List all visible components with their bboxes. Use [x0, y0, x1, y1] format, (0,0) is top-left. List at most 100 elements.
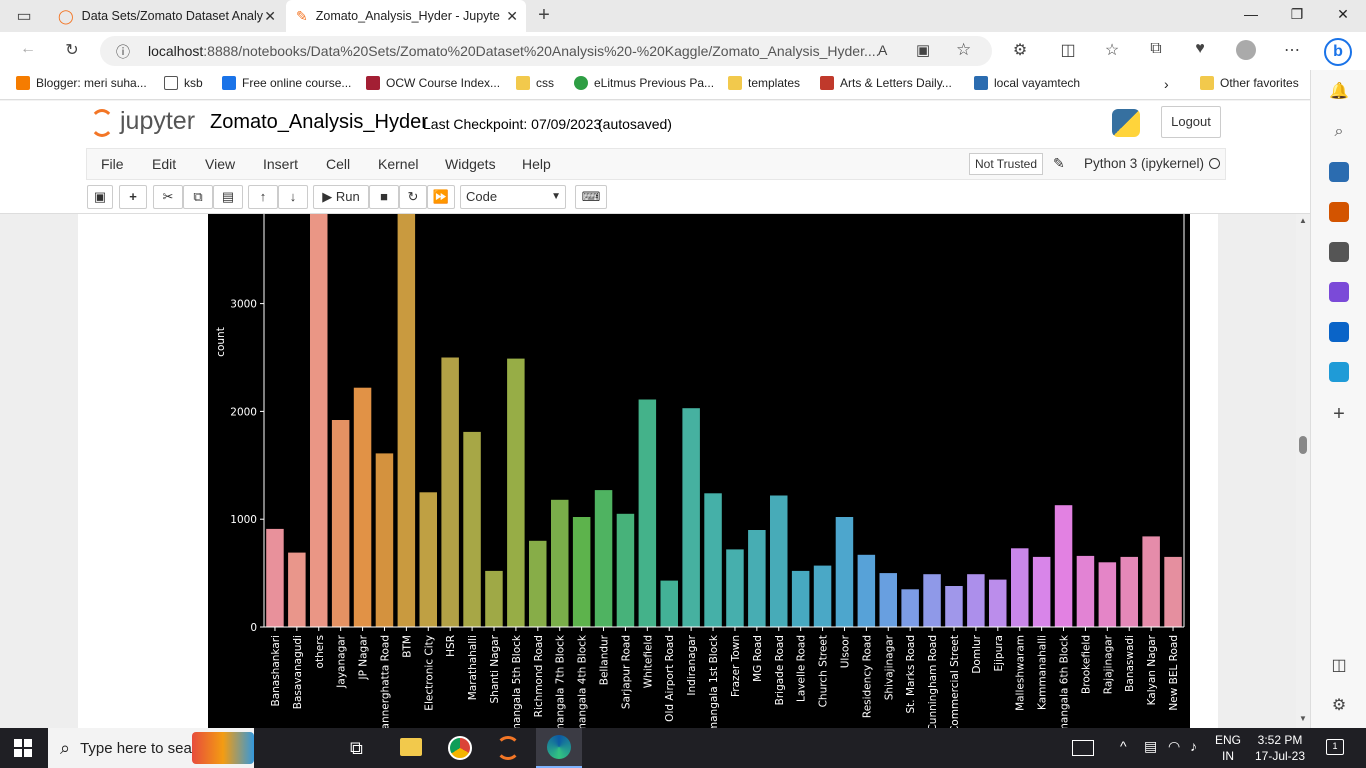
menu-cell[interactable]: Cell	[326, 156, 350, 172]
scroll-thumb[interactable]	[1299, 436, 1307, 454]
x-tick-label: Domlur	[971, 634, 983, 673]
other-favorites[interactable]: Other favorites	[1200, 76, 1299, 90]
insert-cell-button[interactable]: +	[119, 185, 147, 209]
scroll-up-arrow-icon[interactable]: ▲	[1299, 216, 1307, 225]
notification-bell-icon[interactable]: 🔔	[1329, 82, 1349, 102]
run-button[interactable]: ▶ Run	[313, 185, 369, 209]
new-tab-icon[interactable]: +	[530, 4, 558, 27]
menu-view[interactable]: View	[205, 156, 235, 172]
cut-button[interactable]: ✂	[153, 185, 183, 209]
sidebar-settings-icon[interactable]: ⚙	[1329, 696, 1349, 716]
send-icon[interactable]	[1329, 362, 1349, 382]
paste-button[interactable]: ▤	[213, 185, 243, 209]
move-up-button[interactable]: ↑	[248, 185, 278, 209]
volume-icon[interactable]: ♪	[1190, 738, 1197, 754]
bookmark-item[interactable]: Arts & Letters Daily...	[820, 76, 952, 90]
restart-run-all-button[interactable]: ⏩	[427, 185, 455, 209]
restart-button[interactable]: ↻	[399, 185, 427, 209]
refresh-icon[interactable]: ↻	[58, 40, 86, 60]
page-scrollbar[interactable]: ▲ ▼	[1296, 214, 1310, 728]
browser-tab-bar: ▭ ◯ Data Sets/Zomato Dataset Analy ✕ ✎ Z…	[0, 0, 1366, 32]
hide-sidebar-icon[interactable]: ◫	[1329, 656, 1349, 676]
bookmark-item[interactable]: css	[516, 76, 554, 90]
jupyter-logo-text[interactable]: jupyter	[120, 107, 195, 136]
menu-insert[interactable]: Insert	[263, 156, 298, 172]
bing-copilot-icon[interactable]: b	[1324, 38, 1352, 66]
split-screen-icon[interactable]: ◫	[1054, 40, 1082, 60]
edge-icon[interactable]	[536, 728, 582, 768]
menu-file[interactable]: File	[101, 156, 124, 172]
menu-edit[interactable]: Edit	[152, 156, 176, 172]
notebook-name[interactable]: Zomato_Analysis_Hyder	[210, 111, 428, 134]
bookmark-item[interactable]: Free online course...	[222, 76, 351, 90]
command-palette-button[interactable]: ⌨	[575, 185, 607, 209]
add-sidebar-app-icon[interactable]: +	[1329, 404, 1349, 424]
collections-icon[interactable]: ⧉	[1142, 40, 1170, 58]
games-icon[interactable]	[1329, 242, 1349, 262]
tools-icon[interactable]	[1329, 202, 1349, 222]
bar-bellandur	[594, 490, 613, 627]
trust-button[interactable]: Not Trusted	[969, 153, 1044, 175]
url-field[interactable]: ⓘ localhost:8888/notebooks/Data%20Sets/Z…	[100, 36, 992, 66]
notifications-icon[interactable]: 1	[1326, 739, 1344, 755]
performance-icon[interactable]: ♥	[1186, 40, 1214, 58]
cell-type-select[interactable]: Code ▼	[460, 185, 566, 209]
interrupt-button[interactable]: ■	[369, 185, 399, 209]
bookmark-item[interactable]: Blogger: meri suha...	[16, 76, 147, 90]
office-icon[interactable]	[1329, 282, 1349, 302]
bookmark-item[interactable]: ksb	[164, 76, 203, 90]
profile-avatar[interactable]	[1236, 40, 1256, 60]
scroll-down-arrow-icon[interactable]: ▼	[1299, 714, 1307, 723]
clock[interactable]: 3:52 PM 17-Jul-23	[1250, 732, 1310, 764]
edit-pencil-icon[interactable]: ✎	[1053, 155, 1065, 172]
close-tab-icon[interactable]: ✕	[264, 8, 276, 25]
bar-hsr	[441, 357, 459, 627]
menu-help[interactable]: Help	[522, 156, 551, 172]
start-button[interactable]	[14, 739, 32, 757]
copy-button[interactable]: ⧉	[183, 185, 213, 209]
folder-icon	[516, 76, 530, 90]
bar-jayanagar	[331, 420, 350, 627]
site-info-icon[interactable]: ⓘ	[116, 42, 130, 62]
move-down-button[interactable]: ↓	[278, 185, 308, 209]
tab-actions-icon[interactable]: ▭	[10, 6, 38, 26]
show-hidden-icons-chevron-icon[interactable]: ^	[1120, 738, 1127, 754]
save-button[interactable]: ▣	[87, 185, 113, 209]
chrome-icon[interactable]	[448, 736, 472, 760]
restore-icon[interactable]: ❐	[1274, 6, 1320, 23]
language-indicator[interactable]: ENG IN	[1212, 732, 1244, 764]
bookmark-item[interactable]: templates	[728, 76, 800, 90]
outlook-icon[interactable]	[1329, 322, 1349, 342]
tab-data-sets[interactable]: ◯ Data Sets/Zomato Dataset Analy ✕	[48, 0, 284, 32]
file-explorer-icon[interactable]	[400, 738, 422, 756]
back-icon[interactable]: ←	[14, 40, 42, 58]
wifi-icon[interactable]: ◠	[1168, 738, 1180, 754]
bookmark-item[interactable]: local vayamtech	[974, 76, 1080, 90]
bar-banaswadi	[1120, 556, 1138, 627]
favorites-icon[interactable]: ☆	[1098, 40, 1126, 60]
bookmark-item[interactable]: OCW Course Index...	[366, 76, 500, 90]
shopping-tag-icon[interactable]	[1329, 162, 1349, 182]
bookmark-item[interactable]: eLitmus Previous Pa...	[574, 76, 714, 90]
immersive-reader-icon[interactable]: ▣	[916, 41, 930, 59]
extensions-icon[interactable]: ⚙	[1006, 40, 1034, 60]
more-bookmarks-chevron-icon[interactable]: ›	[1164, 76, 1169, 92]
minimize-icon[interactable]: —	[1228, 6, 1274, 22]
read-aloud-icon[interactable]: A	[878, 42, 887, 58]
logout-button[interactable]: Logout	[1161, 106, 1221, 138]
close-tab-icon[interactable]: ✕	[506, 8, 518, 25]
search-icon[interactable]: ⌕	[1329, 122, 1349, 142]
close-window-icon[interactable]: ✕	[1320, 6, 1366, 23]
news-widget-icon[interactable]	[1072, 740, 1094, 756]
favorite-star-icon[interactable]: ☆	[956, 40, 971, 60]
jupyter-logo-icon[interactable]	[90, 109, 114, 137]
task-view-icon[interactable]: ⧉	[350, 738, 363, 759]
tab-zomato-analysis[interactable]: ✎ Zomato_Analysis_Hyder - Jupyte ✕	[286, 0, 526, 32]
kernel-name[interactable]: Python 3 (ipykernel)	[1084, 156, 1204, 171]
taskbar-search[interactable]: ⌕ Type here to search	[48, 728, 254, 768]
more-menu-icon[interactable]: ⋯	[1278, 40, 1306, 60]
menu-widgets[interactable]: Widgets	[445, 156, 496, 172]
menu-kernel[interactable]: Kernel	[378, 156, 418, 172]
network-icon[interactable]: ▤	[1144, 738, 1157, 754]
jupyter-app-icon[interactable]	[496, 736, 520, 760]
